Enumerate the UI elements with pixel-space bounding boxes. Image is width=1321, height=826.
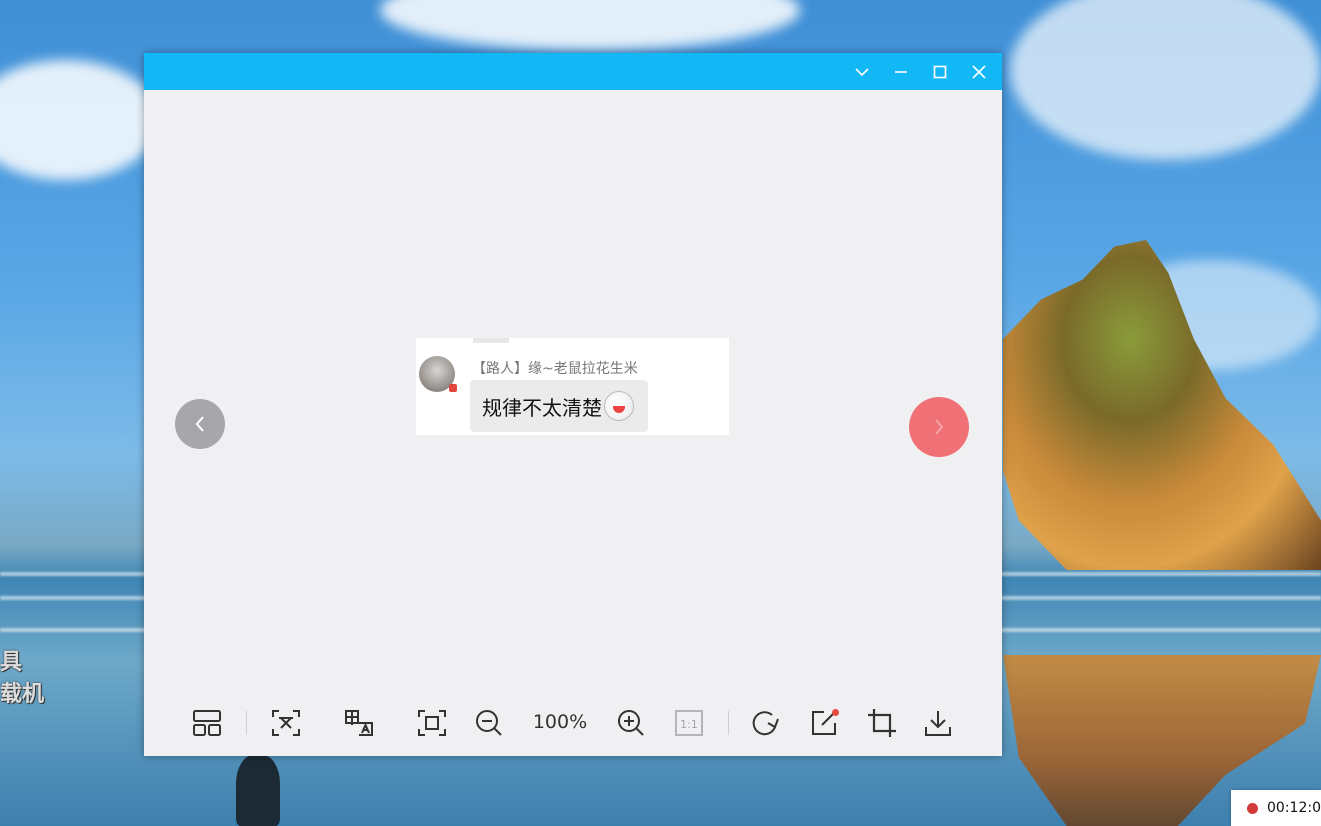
translate-icon bbox=[345, 710, 373, 736]
crop-button[interactable] bbox=[865, 706, 899, 740]
desktop-side-text-2: 载机 bbox=[0, 682, 45, 707]
maximize-icon bbox=[933, 65, 947, 78]
previous-image-button[interactable] bbox=[175, 399, 225, 449]
minimize-button[interactable] bbox=[882, 53, 920, 90]
zoom-in-icon bbox=[618, 710, 644, 736]
chat-sender-name: 【路人】缘~老鼠拉花生米 bbox=[472, 361, 638, 377]
image-viewer-window: 【路人】缘~老鼠拉花生米 规律不太清楚 100% 1:1 bbox=[144, 53, 1002, 756]
download-button[interactable] bbox=[921, 706, 955, 740]
desktop-side-text-1: 具 bbox=[0, 650, 23, 675]
actual-size-icon: 1:1 bbox=[675, 710, 703, 736]
chevron-down-icon bbox=[855, 67, 869, 76]
title-bar[interactable] bbox=[144, 53, 1002, 90]
close-button[interactable] bbox=[960, 53, 998, 90]
recorder-time: 00:12:0 bbox=[1267, 800, 1321, 816]
extract-text-button[interactable] bbox=[269, 706, 303, 740]
zoom-out-icon bbox=[476, 710, 502, 736]
desktop-cloud bbox=[1010, 0, 1321, 160]
chevron-left-icon bbox=[195, 416, 204, 432]
desktop-cloud bbox=[0, 60, 160, 180]
toolbar-divider bbox=[246, 711, 247, 735]
viewer-toolbar: 100% 1:1 bbox=[144, 701, 1002, 746]
crop-icon bbox=[868, 709, 896, 737]
laughing-emoji-icon bbox=[604, 391, 634, 421]
translate-button[interactable] bbox=[342, 706, 376, 740]
notification-dot bbox=[832, 709, 839, 716]
desktop-person-silhouette bbox=[236, 755, 280, 826]
desktop-cloud bbox=[380, 0, 800, 50]
rotate-button[interactable] bbox=[749, 706, 783, 740]
thumbnail-grid-button[interactable] bbox=[190, 706, 224, 740]
toolbar-divider bbox=[728, 711, 729, 735]
collapse-button[interactable] bbox=[843, 53, 881, 90]
minimize-icon bbox=[895, 70, 907, 73]
rotate-icon bbox=[752, 711, 779, 736]
zoom-out-button[interactable] bbox=[472, 706, 506, 740]
avatar bbox=[419, 356, 457, 392]
displayed-image[interactable]: 【路人】缘~老鼠拉花生米 规律不太清楚 bbox=[416, 338, 729, 435]
screen-recorder-badge[interactable]: 00:12:0 bbox=[1231, 790, 1321, 826]
text-recognition-icon bbox=[272, 710, 300, 736]
chevron-right-icon bbox=[935, 419, 944, 435]
zoom-level: 100% bbox=[532, 711, 588, 733]
maximize-button[interactable] bbox=[921, 53, 959, 90]
fit-screen-icon bbox=[418, 710, 446, 736]
image-top-fragment bbox=[473, 338, 509, 343]
chat-message-bubble: 规律不太清楚 bbox=[470, 380, 648, 432]
record-dot-icon bbox=[1247, 802, 1258, 814]
fit-to-window-button[interactable] bbox=[415, 706, 449, 740]
actual-size-button[interactable]: 1:1 bbox=[672, 706, 706, 740]
download-icon bbox=[925, 711, 951, 736]
close-icon bbox=[972, 64, 986, 79]
zoom-in-button[interactable] bbox=[614, 706, 648, 740]
edit-button[interactable] bbox=[807, 706, 841, 740]
chat-message-text: 规律不太清楚 bbox=[482, 395, 602, 420]
next-image-button[interactable] bbox=[909, 397, 969, 457]
one-to-one-label: 1:1 bbox=[680, 718, 698, 731]
grid-layout-icon bbox=[193, 710, 221, 736]
